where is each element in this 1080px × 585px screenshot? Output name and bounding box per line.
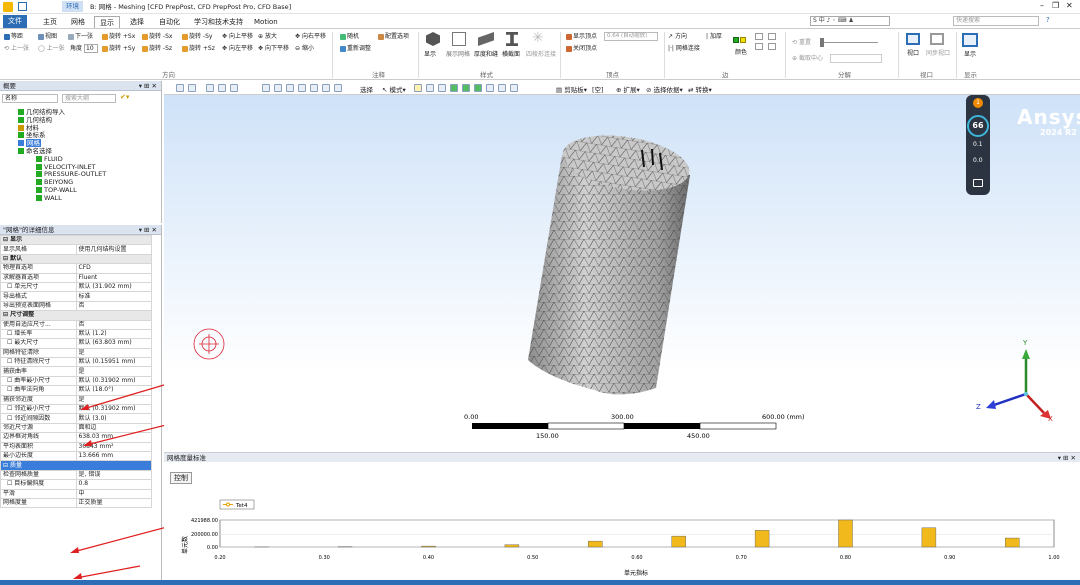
zoom-icon[interactable]	[176, 84, 184, 92]
scale-tick-600: 600.00 (mm)	[762, 413, 805, 421]
graph-panel-header: 网格度量标准 ▾ ⊞ ✕	[164, 452, 1080, 462]
edge-select-icon[interactable]	[426, 84, 434, 92]
chart-y-tick: 421988.00	[191, 518, 218, 524]
vertex-select-icon[interactable]	[414, 84, 422, 92]
cylinder-body	[528, 135, 690, 395]
chart-x-tick: 0.20	[214, 555, 225, 561]
legend-label: Tet4	[235, 503, 248, 509]
chart-marks: 0.00 200000.00 421988.00 0.20 0.30 0.40 0.50 0.…	[191, 518, 1060, 561]
body-select-icon[interactable]	[450, 84, 458, 92]
chart-bar	[671, 535, 686, 548]
chart-x-tick: 0.50	[527, 555, 538, 561]
fit-icon[interactable]	[230, 84, 238, 92]
status-bar	[0, 580, 1080, 585]
chart-y-tick: 0.00	[207, 545, 218, 551]
chart-bar	[588, 540, 603, 548]
zoom-in-icon[interactable]	[286, 84, 294, 92]
chart-bar	[421, 545, 436, 548]
chart-bar	[754, 530, 770, 548]
scale-tick-300: 300.00	[611, 413, 634, 421]
scale-tick-0: 0.00	[464, 413, 478, 421]
metrics-bar-chart: Tet4 单元数 单元指标 0.00 200000.00 421988.00 0.20…	[181, 499, 1060, 577]
zoom-all-icon[interactable]	[322, 84, 330, 92]
chart-x-tick: 0.80	[840, 555, 851, 561]
chart-y-label: 单元数	[181, 536, 189, 554]
extend-menu[interactable]: ⊕ 扩展▾	[616, 84, 640, 94]
select-all-icon[interactable]	[510, 84, 518, 92]
clipboard-menu[interactable]: ▤ 剪贴板▾	[556, 84, 587, 94]
chart-x-tick: 0.60	[631, 555, 642, 561]
element-box-icon[interactable]	[498, 84, 506, 92]
chart-x-tick: 1.00	[1048, 555, 1059, 561]
chart-bar	[1005, 537, 1020, 548]
node-select-icon[interactable]	[462, 84, 470, 92]
chart-bar	[504, 544, 520, 548]
mesh-geometry: Y X Z 0.00 300.00 600.00 (mm) 150.00 450…	[193, 135, 1053, 440]
chart-x-tick: 0.70	[736, 555, 747, 561]
select-menu[interactable]: 选择	[360, 84, 373, 94]
axis-triad	[986, 349, 1051, 419]
axis-label-x: X	[1048, 415, 1053, 423]
zoom-fit-icon[interactable]	[310, 84, 318, 92]
chart-bar	[921, 527, 937, 548]
red-arrow	[75, 565, 141, 579]
zoom-out-icon[interactable]	[298, 84, 306, 92]
chart-x-tick: 0.90	[944, 555, 955, 561]
axis-label-z: Z	[976, 403, 981, 411]
mesh-metrics-graph-panel: 控制 Tet4 单元数 单元指标 0.00 200000.00 421988.00 0…	[164, 462, 1080, 580]
red-arrow	[82, 384, 165, 410]
select-mode-menu[interactable]: ↖ 模式▾	[382, 84, 406, 94]
orbit-icon[interactable]	[262, 84, 270, 92]
rotate-icon[interactable]	[206, 84, 214, 92]
clipboard-status: [空]	[592, 86, 604, 94]
pan-icon[interactable]	[218, 84, 226, 92]
element-select-icon[interactable]	[474, 84, 482, 92]
red-arrowhead	[83, 440, 92, 446]
chart-y-tick: 200000.00	[191, 532, 218, 538]
red-arrowhead	[73, 573, 82, 579]
axis-label-y: Y	[1022, 339, 1028, 347]
chart-x-tick: 0.30	[319, 555, 330, 561]
element-face-icon[interactable]	[486, 84, 494, 92]
legend-marker	[226, 502, 230, 507]
convert-menu[interactable]: ⇄ 转换▾	[688, 84, 712, 94]
select-by-menu[interactable]: ⊘ 选择依据▾	[646, 84, 683, 94]
face-select-icon[interactable]	[438, 84, 446, 92]
zoom-box-icon[interactable]	[188, 84, 196, 92]
scale-tick-150: 150.00	[536, 432, 559, 440]
chart-bar	[838, 519, 853, 548]
zoom-sel-icon[interactable]	[334, 84, 342, 92]
chart-x-label: 单元指标	[624, 569, 648, 577]
red-arrowhead	[80, 404, 89, 410]
chart-x-tick: 0.40	[423, 555, 434, 561]
move-icon[interactable]	[274, 84, 282, 92]
red-arrowhead	[70, 547, 79, 553]
scale-tick-450: 450.00	[687, 432, 710, 440]
graphics-viewport[interactable]: Ansys 2024 R2 1 66 0.1 0.0	[164, 95, 1080, 450]
cursor-target-icon	[193, 328, 225, 360]
viewport-toolbar: 选择 ↖ 模式▾ ▤ 剪贴板▾ [空] ⊕ 扩展▾ ⊘ 选择依据▾ ⇄ 转换▾	[164, 81, 1080, 95]
scale-bar	[472, 422, 777, 430]
